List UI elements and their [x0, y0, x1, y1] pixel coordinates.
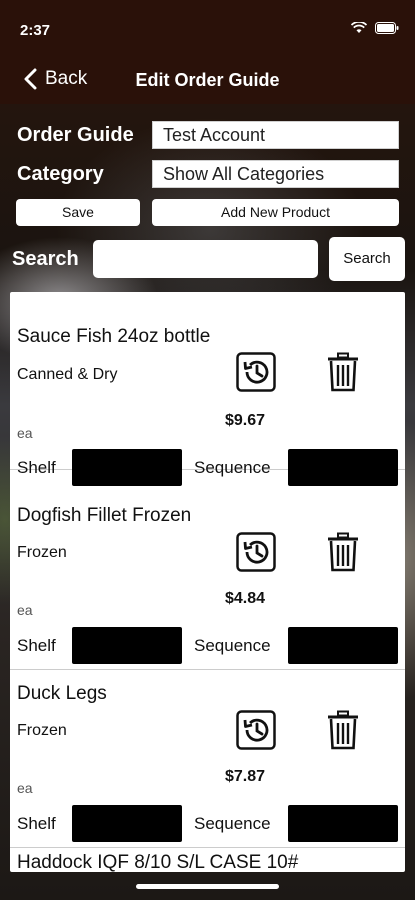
shelf-input[interactable]: [72, 805, 182, 842]
search-label: Search: [12, 248, 79, 270]
list-item: Sauce Fish 24oz bottle Canned & Dry ea $…: [10, 292, 405, 486]
sequence-label: Sequence: [194, 458, 271, 477]
history-icon[interactable]: [236, 352, 276, 392]
product-category: Frozen: [17, 544, 67, 561]
history-icon[interactable]: [236, 710, 276, 750]
product-price: $9.67: [225, 412, 266, 429]
trash-icon[interactable]: [326, 710, 360, 750]
status-icons: [351, 22, 399, 34]
product-name: Duck Legs: [17, 683, 107, 704]
status-time: 2:37: [20, 22, 51, 39]
sequence-label: Sequence: [194, 636, 271, 655]
product-category: Canned & Dry: [17, 366, 118, 383]
shelf-label: Shelf: [17, 458, 56, 477]
shelf-label: Shelf: [17, 814, 56, 833]
sequence-label: Sequence: [194, 814, 271, 833]
category-label: Category: [17, 163, 104, 185]
search-button[interactable]: Search: [329, 237, 405, 281]
shelf-label: Shelf: [17, 636, 56, 655]
sequence-input[interactable]: [288, 627, 398, 664]
history-icon[interactable]: [236, 532, 276, 572]
product-name: Dogfish Fillet Frozen: [17, 505, 192, 526]
order-guide-label: Order Guide: [17, 124, 134, 146]
product-list[interactable]: Sauce Fish 24oz bottle Canned & Dry ea $…: [10, 292, 405, 872]
home-indicator[interactable]: [136, 884, 279, 889]
category-select[interactable]: Show All Categories: [152, 160, 399, 188]
trash-icon[interactable]: [326, 532, 360, 572]
wifi-icon: [351, 22, 367, 33]
product-name-partial[interactable]: Haddock IQF 8/10 S/L CASE 10#: [17, 852, 298, 872]
sequence-input[interactable]: [288, 449, 398, 486]
product-name: Sauce Fish 24oz bottle: [17, 326, 211, 347]
trash-icon[interactable]: [326, 352, 360, 392]
status-bar: 2:37: [0, 0, 415, 60]
shelf-input[interactable]: [72, 449, 182, 486]
shelf-input[interactable]: [72, 627, 182, 664]
list-item: Duck Legs Frozen ea $7.87 Shelf Sequence: [10, 670, 405, 848]
save-button[interactable]: Save: [16, 199, 140, 226]
product-unit: ea: [17, 602, 33, 618]
search-input[interactable]: [93, 240, 318, 278]
product-category: Frozen: [17, 722, 67, 739]
page-title: Edit Order Guide: [135, 70, 280, 90]
list-item: Dogfish Fillet Frozen Frozen ea $4.84 Sh…: [10, 492, 405, 670]
product-unit: ea: [17, 425, 33, 441]
add-new-product-button[interactable]: Add New Product: [152, 199, 399, 226]
product-price: $7.87: [225, 768, 266, 785]
sequence-input[interactable]: [288, 805, 398, 842]
product-unit: ea: [17, 780, 33, 796]
navigation-bar: Back Edit Order Guide: [0, 60, 415, 104]
product-price: $4.84: [225, 590, 266, 607]
order-guide-field[interactable]: Test Account: [152, 121, 399, 149]
battery-icon: [375, 22, 399, 34]
